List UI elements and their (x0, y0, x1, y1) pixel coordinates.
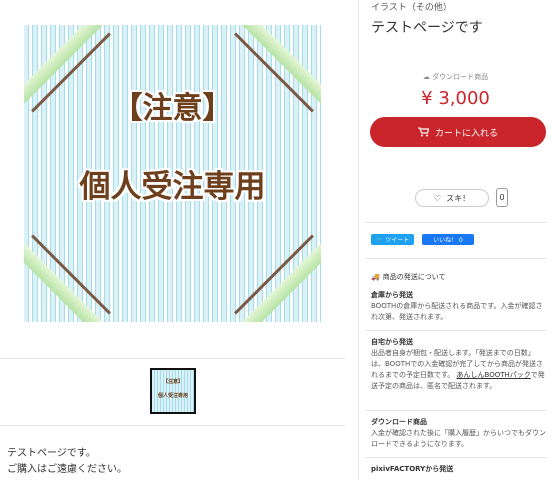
divider (0, 425, 345, 426)
tweet-label: ツイート (385, 237, 410, 244)
divider (365, 330, 547, 331)
twitter-icon: 🐦 (375, 236, 384, 243)
heart-icon: ♡ (433, 193, 442, 203)
price: ¥ 3,000 (421, 88, 490, 109)
shipping-item-text: 入金が確認された後に「購入履歴」からいつでもダウンロードできるようになります。 (371, 429, 546, 448)
shipping-item: 倉庫から発送 BOOTHの倉庫から配送される商品です。入金が確認され次第、発送さ… (371, 290, 547, 323)
anshin-booth-pack-link[interactable]: あんしんBOOTHパック (457, 371, 531, 379)
like-count: 0 (496, 188, 508, 207)
download-label-text: ダウンロード商品 (432, 73, 489, 81)
thumb-caption-notice: 【注意】 (162, 379, 183, 385)
like-label: スキ！ (446, 193, 471, 203)
thumb-caption-main: 個人受注専用 (157, 393, 188, 399)
divider (0, 358, 345, 359)
facebook-like-button[interactable]: いいね！ 0 (422, 234, 474, 245)
shipping-heading-text: 商品の発送について (382, 273, 446, 281)
product-gallery: 【注意】 個人受注専用 【注意】 個人受注専用 テストページです。 ご購入はご遠… (0, 0, 345, 480)
shipping-heading: 🚚 商品の発送について (371, 272, 446, 282)
product-description: テストページです。 ご購入はご遠慮ください。 (7, 446, 127, 478)
like-button[interactable]: ♡ スキ！ (415, 189, 489, 207)
shipping-item-title: ダウンロード商品 (371, 418, 427, 426)
category-link[interactable]: イラスト（その他） (371, 0, 452, 13)
add-to-cart-button[interactable]: カートに入れる (370, 117, 546, 147)
shipping-item-text: BOOTHの倉庫から配送される商品です。入金が確認され次第、発送されます。 (371, 302, 543, 321)
description-line: テストページです。 (7, 448, 96, 459)
facebook-like-label: いいね！ 0 (433, 237, 463, 244)
cart-icon (417, 127, 429, 137)
divider (365, 222, 547, 223)
download-label: ☁ ダウンロード商品 (359, 72, 552, 82)
divider (365, 410, 547, 411)
image-caption-notice: 【注意】 (112, 91, 233, 126)
shipping-item-title: pixivFACTORYから発送 (371, 465, 454, 473)
shipping-item-title: 自宅から発送 (371, 338, 413, 346)
product-sidebar: イラスト（その他） テストページです ☁ ダウンロード商品 ¥ 3,000 カー… (358, 0, 552, 480)
shipping-item-title: 倉庫から発送 (371, 291, 413, 299)
main-product-image[interactable]: 【注意】 個人受注専用 (24, 25, 321, 322)
description-line: ご購入はご遠慮ください。 (7, 464, 127, 475)
divider (365, 258, 547, 259)
shipping-item: ダウンロード商品 入金が確認された後に「購入履歴」からいつでもダウンロードできる… (371, 417, 547, 450)
add-to-cart-label: カートに入れる (434, 128, 498, 139)
truck-icon: 🚚 (371, 273, 380, 281)
shipping-item: 自宅から発送 出品者自身が梱包・配送します。「発送までの日数」は、BOOTHでの… (371, 337, 547, 392)
cloud-download-icon: ☁ (422, 73, 430, 81)
tweet-button[interactable]: 🐦 ツイート (371, 234, 414, 245)
divider (365, 457, 547, 458)
corner-ribbon (24, 243, 110, 322)
image-caption-main: 個人受注専用 (79, 169, 266, 205)
product-title: テストページです (371, 20, 483, 36)
shipping-item: pixivFACTORYから発送 (371, 464, 547, 475)
corner-ribbon (235, 243, 321, 322)
thumbnail-image[interactable]: 【注意】 個人受注専用 (150, 368, 196, 414)
